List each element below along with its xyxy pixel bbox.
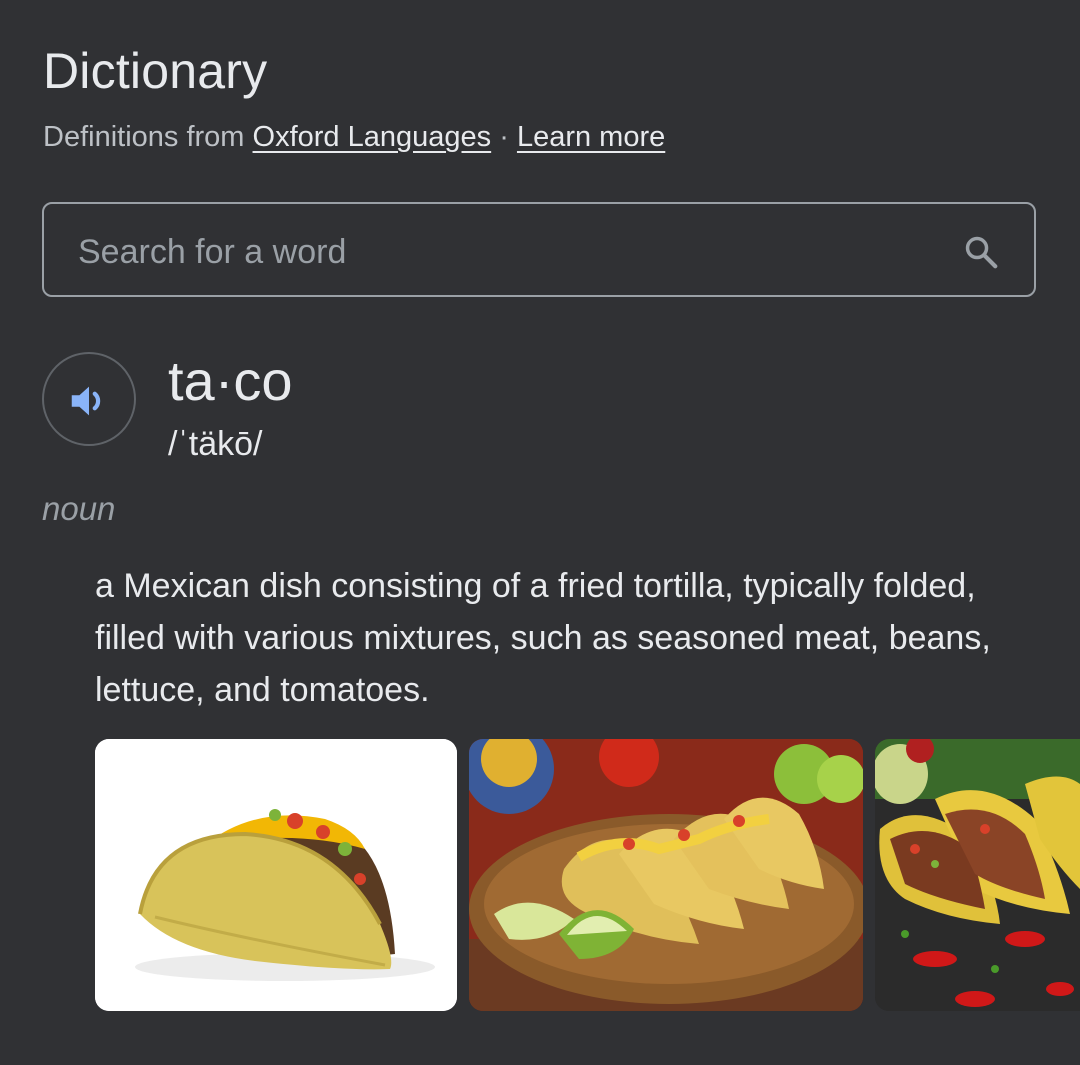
tacos-on-slate-image[interactable] [875, 739, 1080, 1011]
separator-dot: · [499, 121, 509, 153]
dictionary-title: Dictionary [43, 43, 268, 99]
search-input[interactable] [76, 226, 940, 278]
single-taco-image[interactable] [95, 739, 457, 1011]
pronunciation-button[interactable] [42, 352, 136, 446]
search-icon[interactable] [962, 233, 1000, 271]
definition-text: a Mexican dish consisting of a fried tor… [95, 567, 991, 709]
phonetic-spelling: /ˈtäkō/ [168, 425, 263, 463]
speaker-icon [71, 386, 101, 416]
search-box[interactable] [42, 202, 1036, 297]
part-of-speech: noun [42, 490, 116, 527]
tacos-on-plate-image[interactable] [469, 739, 863, 1011]
oxford-languages-link[interactable]: Oxford Languages [253, 121, 492, 153]
source-prefix: Definitions from [43, 121, 245, 153]
source-line: Definitions from Oxford Languages · Lear… [43, 121, 665, 154]
learn-more-link[interactable]: Learn more [517, 121, 665, 153]
dictionary-card: Dictionary Definitions from Oxford Langu… [0, 0, 1080, 1065]
headword: ta·co [168, 349, 293, 412]
